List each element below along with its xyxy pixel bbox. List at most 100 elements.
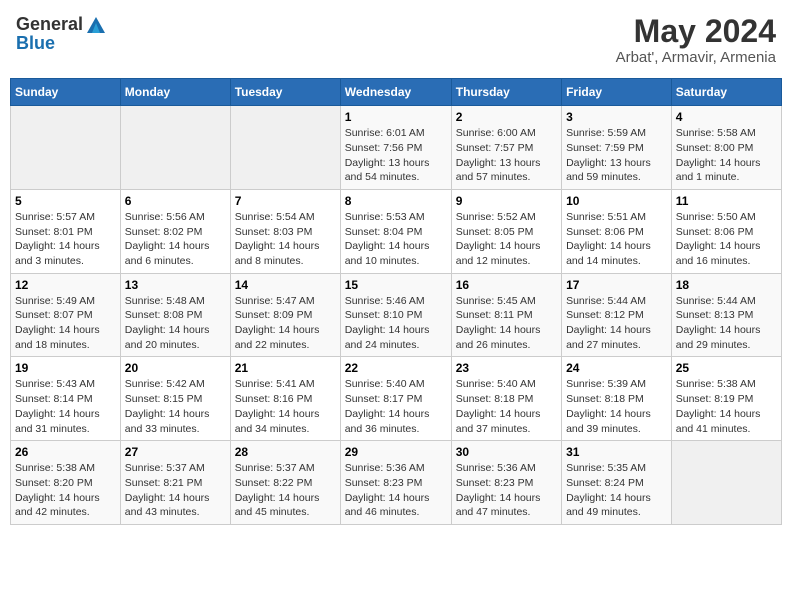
calendar-cell: 1 Sunrise: 6:01 AMSunset: 7:56 PMDayligh… [340,106,451,190]
calendar-week-row: 1 Sunrise: 6:01 AMSunset: 7:56 PMDayligh… [11,106,782,190]
calendar-cell: 27 Sunrise: 5:37 AMSunset: 8:21 PMDaylig… [120,441,230,525]
calendar-cell [120,106,230,190]
day-info: Sunrise: 6:01 AMSunset: 7:56 PMDaylight:… [345,127,430,183]
calendar-cell [671,441,781,525]
weekday-header: Friday [562,79,672,106]
calendar-cell: 29 Sunrise: 5:36 AMSunset: 8:23 PMDaylig… [340,441,451,525]
calendar-cell: 3 Sunrise: 5:59 AMSunset: 7:59 PMDayligh… [562,106,672,190]
day-number: 24 [566,361,667,375]
day-number: 19 [15,361,116,375]
day-info: Sunrise: 5:37 AMSunset: 8:21 PMDaylight:… [125,462,210,518]
day-info: Sunrise: 5:39 AMSunset: 8:18 PMDaylight:… [566,378,651,434]
calendar-cell: 17 Sunrise: 5:44 AMSunset: 8:12 PMDaylig… [562,273,672,357]
day-number: 20 [125,361,226,375]
day-number: 13 [125,278,226,292]
calendar-cell: 2 Sunrise: 6:00 AMSunset: 7:57 PMDayligh… [451,106,561,190]
day-info: Sunrise: 5:44 AMSunset: 8:13 PMDaylight:… [676,295,761,351]
day-number: 5 [15,194,116,208]
day-number: 16 [456,278,557,292]
day-info: Sunrise: 5:41 AMSunset: 8:16 PMDaylight:… [235,378,320,434]
calendar-cell: 20 Sunrise: 5:42 AMSunset: 8:15 PMDaylig… [120,357,230,441]
day-info: Sunrise: 5:45 AMSunset: 8:11 PMDaylight:… [456,295,541,351]
weekday-header: Sunday [11,79,121,106]
day-info: Sunrise: 5:35 AMSunset: 8:24 PMDaylight:… [566,462,651,518]
day-number: 2 [456,110,557,124]
day-info: Sunrise: 5:59 AMSunset: 7:59 PMDaylight:… [566,127,651,183]
calendar-cell: 13 Sunrise: 5:48 AMSunset: 8:08 PMDaylig… [120,273,230,357]
day-number: 1 [345,110,447,124]
calendar-cell: 28 Sunrise: 5:37 AMSunset: 8:22 PMDaylig… [230,441,340,525]
calendar-table: SundayMondayTuesdayWednesdayThursdayFrid… [10,78,782,525]
calendar-cell: 15 Sunrise: 5:46 AMSunset: 8:10 PMDaylig… [340,273,451,357]
day-info: Sunrise: 5:44 AMSunset: 8:12 PMDaylight:… [566,295,651,351]
weekday-header: Monday [120,79,230,106]
day-info: Sunrise: 6:00 AMSunset: 7:57 PMDaylight:… [456,127,541,183]
day-number: 21 [235,361,336,375]
calendar-cell: 14 Sunrise: 5:47 AMSunset: 8:09 PMDaylig… [230,273,340,357]
day-info: Sunrise: 5:56 AMSunset: 8:02 PMDaylight:… [125,211,210,267]
calendar-cell: 6 Sunrise: 5:56 AMSunset: 8:02 PMDayligh… [120,189,230,273]
day-number: 3 [566,110,667,124]
calendar-cell: 31 Sunrise: 5:35 AMSunset: 8:24 PMDaylig… [562,441,672,525]
day-info: Sunrise: 5:52 AMSunset: 8:05 PMDaylight:… [456,211,541,267]
day-number: 27 [125,445,226,459]
day-number: 6 [125,194,226,208]
day-number: 15 [345,278,447,292]
day-info: Sunrise: 5:46 AMSunset: 8:10 PMDaylight:… [345,295,430,351]
calendar-week-row: 19 Sunrise: 5:43 AMSunset: 8:14 PMDaylig… [11,357,782,441]
day-info: Sunrise: 5:36 AMSunset: 8:23 PMDaylight:… [345,462,430,518]
calendar-cell: 21 Sunrise: 5:41 AMSunset: 8:16 PMDaylig… [230,357,340,441]
day-number: 12 [15,278,116,292]
day-number: 7 [235,194,336,208]
calendar-cell: 23 Sunrise: 5:40 AMSunset: 8:18 PMDaylig… [451,357,561,441]
day-info: Sunrise: 5:49 AMSunset: 8:07 PMDaylight:… [15,295,100,351]
day-number: 11 [676,194,777,208]
calendar-cell: 26 Sunrise: 5:38 AMSunset: 8:20 PMDaylig… [11,441,121,525]
calendar-cell: 19 Sunrise: 5:43 AMSunset: 8:14 PMDaylig… [11,357,121,441]
calendar-cell [230,106,340,190]
day-number: 8 [345,194,447,208]
weekday-header: Saturday [671,79,781,106]
day-number: 28 [235,445,336,459]
day-info: Sunrise: 5:37 AMSunset: 8:22 PMDaylight:… [235,462,320,518]
title-block: May 2024 Arbat', Armavir, Armenia [616,14,776,66]
calendar-cell: 10 Sunrise: 5:51 AMSunset: 8:06 PMDaylig… [562,189,672,273]
day-number: 25 [676,361,777,375]
day-info: Sunrise: 5:36 AMSunset: 8:23 PMDaylight:… [456,462,541,518]
calendar-cell: 5 Sunrise: 5:57 AMSunset: 8:01 PMDayligh… [11,189,121,273]
day-number: 26 [15,445,116,459]
logo: General Blue [16,14,105,54]
logo-blue-text: Blue [16,33,55,54]
logo-icon [87,17,105,33]
day-info: Sunrise: 5:40 AMSunset: 8:18 PMDaylight:… [456,378,541,434]
weekday-header: Tuesday [230,79,340,106]
day-number: 9 [456,194,557,208]
day-number: 22 [345,361,447,375]
calendar-cell: 30 Sunrise: 5:36 AMSunset: 8:23 PMDaylig… [451,441,561,525]
day-info: Sunrise: 5:38 AMSunset: 8:20 PMDaylight:… [15,462,100,518]
day-number: 18 [676,278,777,292]
weekday-header: Thursday [451,79,561,106]
day-info: Sunrise: 5:47 AMSunset: 8:09 PMDaylight:… [235,295,320,351]
logo-general-text: General [16,14,83,35]
calendar-cell: 9 Sunrise: 5:52 AMSunset: 8:05 PMDayligh… [451,189,561,273]
day-number: 10 [566,194,667,208]
calendar-cell: 24 Sunrise: 5:39 AMSunset: 8:18 PMDaylig… [562,357,672,441]
day-info: Sunrise: 5:50 AMSunset: 8:06 PMDaylight:… [676,211,761,267]
calendar-cell: 8 Sunrise: 5:53 AMSunset: 8:04 PMDayligh… [340,189,451,273]
day-info: Sunrise: 5:38 AMSunset: 8:19 PMDaylight:… [676,378,761,434]
day-number: 31 [566,445,667,459]
calendar-cell: 16 Sunrise: 5:45 AMSunset: 8:11 PMDaylig… [451,273,561,357]
calendar-cell: 25 Sunrise: 5:38 AMSunset: 8:19 PMDaylig… [671,357,781,441]
weekday-header: Wednesday [340,79,451,106]
day-info: Sunrise: 5:58 AMSunset: 8:00 PMDaylight:… [676,127,761,183]
day-info: Sunrise: 5:51 AMSunset: 8:06 PMDaylight:… [566,211,651,267]
day-info: Sunrise: 5:42 AMSunset: 8:15 PMDaylight:… [125,378,210,434]
calendar-cell [11,106,121,190]
page-header: General Blue May 2024 Arbat', Armavir, A… [10,10,782,70]
day-number: 29 [345,445,447,459]
calendar-cell: 12 Sunrise: 5:49 AMSunset: 8:07 PMDaylig… [11,273,121,357]
calendar-week-row: 26 Sunrise: 5:38 AMSunset: 8:20 PMDaylig… [11,441,782,525]
calendar-cell: 4 Sunrise: 5:58 AMSunset: 8:00 PMDayligh… [671,106,781,190]
day-number: 30 [456,445,557,459]
